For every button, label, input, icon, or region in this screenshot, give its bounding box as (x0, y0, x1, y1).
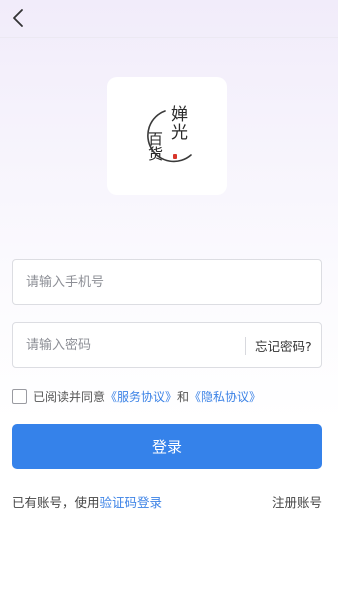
service-agreement-link[interactable]: 《服务协议》 (105, 388, 177, 405)
top-bar (0, 0, 338, 38)
agreement-conjunction: 和 (177, 389, 190, 404)
logo-text-left: 百货 (146, 131, 164, 161)
register-link[interactable]: 注册账号 (272, 492, 322, 511)
password-input[interactable] (13, 323, 243, 367)
privacy-agreement-link[interactable]: 《隐私协议》 (189, 388, 261, 405)
password-field-container: 忘记密码? (12, 322, 322, 368)
field-divider (245, 337, 246, 355)
logo-seal (173, 154, 177, 159)
chevron-left-icon (13, 9, 23, 27)
back-button[interactable] (6, 6, 30, 30)
agreement-row: 已阅读并同意 《服务协议》 和 《隐私协议》 (12, 387, 261, 405)
has-account-text: 已有账号，使用 (12, 495, 100, 510)
phone-input[interactable] (13, 260, 321, 304)
logo-graphic: 婵光 百货 (146, 105, 192, 163)
code-login-link[interactable]: 验证码登录 (100, 495, 163, 510)
login-button[interactable]: 登录 (12, 424, 322, 469)
agreement-prefix: 已阅读并同意 (33, 389, 106, 404)
phone-field-container (12, 259, 322, 305)
forgot-password-link[interactable]: 忘记密码? (255, 323, 312, 367)
logo-text-vertical: 婵光 (167, 105, 188, 141)
agreement-checkbox[interactable] (12, 388, 27, 404)
app-logo: 婵光 百货 (107, 77, 227, 195)
code-login-row: 已有账号，使用验证码登录 (12, 492, 162, 511)
